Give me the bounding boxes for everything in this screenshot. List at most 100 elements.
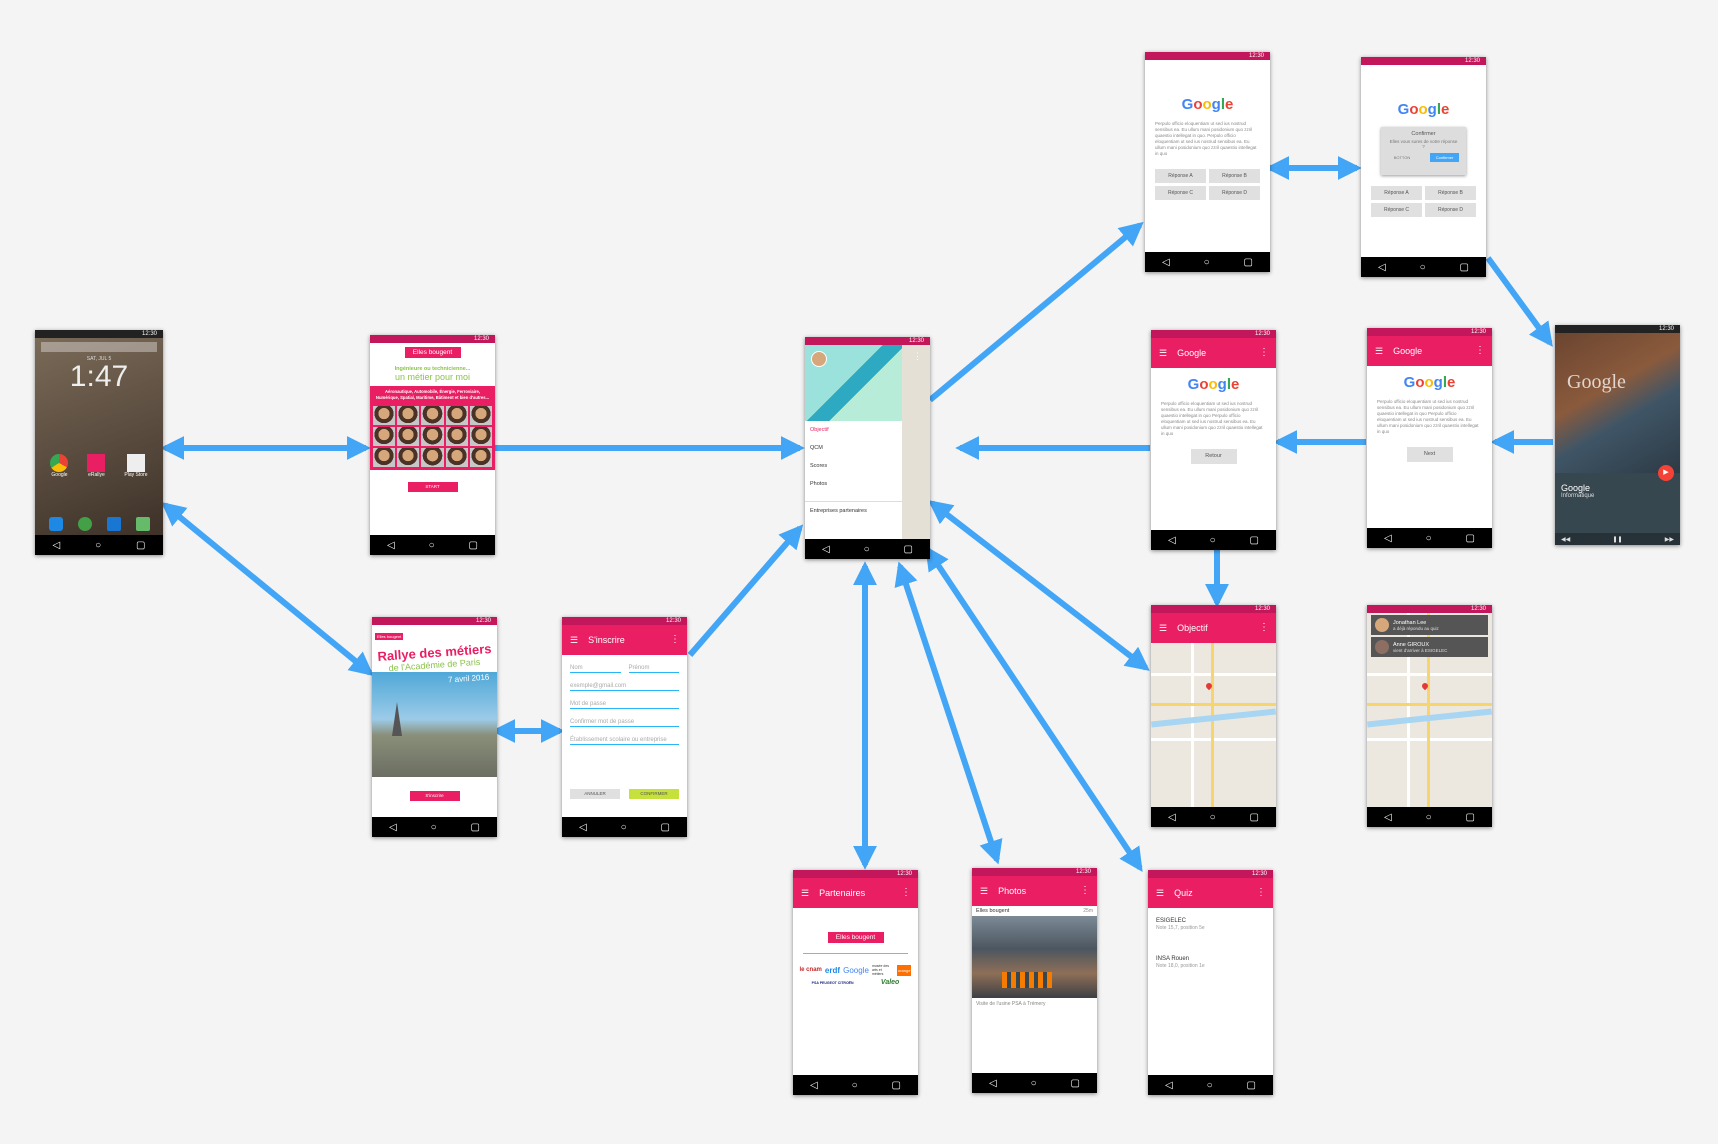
back-icon[interactable]: ◁	[1165, 1080, 1173, 1091]
recents-icon[interactable]: ▢	[1250, 812, 1259, 823]
recents-icon[interactable]: ▢	[471, 822, 480, 833]
start-button[interactable]: START	[407, 482, 458, 492]
home-icon[interactable]: ○	[621, 822, 627, 833]
recents-icon[interactable]: ▢	[1250, 535, 1259, 546]
drawer-item-qcm[interactable]: QCM	[805, 439, 902, 457]
back-icon[interactable]: ◁	[1378, 262, 1386, 273]
overflow-icon[interactable]: ⋮	[901, 878, 911, 908]
home-icon[interactable]: ○	[429, 540, 435, 551]
overflow-icon[interactable]: ⋮	[1259, 338, 1269, 368]
list-item[interactable]: ESIGELEC Note 15,7, position 5e	[1148, 908, 1273, 931]
overflow-icon[interactable]: ⋮	[670, 625, 680, 655]
menu-icon[interactable]: ☰	[980, 876, 988, 906]
email-field[interactable]: exemple@gmail.com	[570, 683, 679, 691]
maps-icon[interactable]	[135, 517, 150, 531]
home-icon[interactable]: ○	[852, 1080, 858, 1091]
overflow-icon[interactable]: ⋮	[1080, 876, 1090, 906]
home-icon[interactable]: ○	[1204, 257, 1210, 268]
back-icon[interactable]: ◁	[579, 822, 587, 833]
hangouts-icon[interactable]	[77, 517, 92, 531]
notification-2[interactable]: Anne GIROUX vient d'arriver à ESIGELEC	[1371, 637, 1488, 657]
answer-c-button[interactable]: Réponse C	[1371, 203, 1422, 217]
search-bar[interactable]	[41, 342, 157, 352]
dialog-cancel-button[interactable]: BOTTON	[1388, 153, 1417, 162]
avatar[interactable]	[811, 351, 827, 367]
menu-icon[interactable]: ☰	[1156, 878, 1164, 908]
answer-a-button[interactable]: Réponse A	[1155, 169, 1206, 183]
recents-icon[interactable]: ▢	[1244, 257, 1253, 268]
answer-d-button[interactable]: Réponse D	[1425, 203, 1476, 217]
app-erallye[interactable]: eRallye	[87, 454, 106, 478]
answer-a-button[interactable]: Réponse A	[1371, 186, 1422, 200]
confirm-button[interactable]: CONFIRMER	[629, 789, 679, 799]
cancel-button[interactable]: ANNULER	[570, 789, 620, 799]
overflow-icon[interactable]: ⋮	[913, 351, 922, 362]
recents-icon[interactable]: ▢	[1071, 1078, 1080, 1089]
back-icon[interactable]: ◁	[1168, 535, 1176, 546]
home-icon[interactable]: ○	[1426, 533, 1432, 544]
answer-b-button[interactable]: Réponse B	[1209, 169, 1260, 183]
drawer-item-objectif[interactable]: Objectif	[805, 421, 902, 439]
recents-icon[interactable]: ▢	[1247, 1080, 1256, 1091]
back-icon[interactable]: ◁	[389, 822, 397, 833]
answer-d-button[interactable]: Réponse D	[1209, 186, 1260, 200]
back-icon[interactable]: ◁	[1168, 812, 1176, 823]
nom-field[interactable]: Nom	[570, 665, 621, 673]
home-icon[interactable]: ○	[1420, 262, 1426, 273]
inscrire-button[interactable]: S'inscrire	[409, 791, 460, 801]
home-icon[interactable]: ○	[431, 822, 437, 833]
back-icon[interactable]: ◁	[1384, 533, 1392, 544]
recents-icon[interactable]: ▢	[1460, 262, 1469, 273]
menu-icon[interactable]: ☰	[801, 878, 809, 908]
back-icon[interactable]: ◁	[1162, 257, 1170, 268]
home-icon[interactable]: ○	[1207, 1080, 1213, 1091]
back-icon[interactable]: ◁	[1384, 812, 1392, 823]
dialog-confirm-button[interactable]: Confirmer	[1429, 153, 1460, 162]
facebook-icon[interactable]	[106, 517, 121, 531]
phone-icon[interactable]	[48, 517, 63, 531]
home-icon[interactable]: ○	[864, 544, 870, 555]
home-icon[interactable]: ○	[1426, 812, 1432, 823]
back-icon[interactable]: ◁	[810, 1080, 818, 1091]
play-fab[interactable]: ▶	[1658, 465, 1674, 481]
notification-1[interactable]: Jonathan Lee a déjà répondu au quiz	[1371, 615, 1488, 635]
back-icon[interactable]: ◁	[989, 1078, 997, 1089]
app-play-store[interactable]: Play Store	[124, 454, 148, 478]
prenom-field[interactable]: Prénom	[628, 665, 679, 673]
back-icon[interactable]: ◁	[52, 540, 60, 551]
recents-icon[interactable]: ▢	[1466, 533, 1475, 544]
pause-icon[interactable]: ❚❚	[1612, 536, 1622, 543]
home-icon[interactable]: ○	[1031, 1078, 1037, 1089]
back-icon[interactable]: ◁	[822, 544, 830, 555]
drawer-item-scores[interactable]: Scores	[805, 457, 902, 475]
overflow-icon[interactable]: ⋮	[1475, 336, 1485, 366]
recents-icon[interactable]: ▢	[892, 1080, 901, 1091]
recents-icon[interactable]: ▢	[469, 540, 478, 551]
menu-icon[interactable]: ☰	[1159, 338, 1167, 368]
answer-b-button[interactable]: Réponse B	[1425, 186, 1476, 200]
retour-button[interactable]: Retour	[1190, 449, 1237, 464]
overflow-icon[interactable]: ⋮	[1256, 878, 1266, 908]
back-icon[interactable]: ◁	[387, 540, 395, 551]
menu-icon[interactable]: ☰	[1375, 336, 1383, 366]
overflow-icon[interactable]: ⋮	[1259, 613, 1269, 643]
home-icon[interactable]: ○	[1210, 812, 1216, 823]
next-button[interactable]: Next	[1406, 447, 1453, 462]
answer-c-button[interactable]: Réponse C	[1155, 186, 1206, 200]
list-item[interactable]: INSA Rouen Note 18,0, position 1e	[1148, 931, 1273, 969]
drawer-item-partners[interactable]: Entreprises partenaires	[805, 502, 902, 520]
confirm-password-field[interactable]: Confirmer mot de passe	[570, 719, 679, 727]
rewind-icon[interactable]: ◀◀	[1561, 536, 1570, 543]
password-field[interactable]: Mot de passe	[570, 701, 679, 709]
drawer-item-photos[interactable]: Photos	[805, 475, 902, 493]
factory-photo[interactable]	[972, 916, 1097, 998]
forward-icon[interactable]: ▶▶	[1665, 536, 1674, 543]
map-view[interactable]	[1151, 643, 1276, 807]
recents-icon[interactable]: ▢	[136, 540, 145, 551]
school-field[interactable]: Établissement scolaire ou entreprise	[570, 737, 679, 745]
menu-icon[interactable]: ☰	[1159, 613, 1167, 643]
menu-icon[interactable]: ☰	[570, 625, 578, 655]
app-google[interactable]: Google	[50, 454, 69, 478]
home-icon[interactable]: ○	[1210, 535, 1216, 546]
recents-icon[interactable]: ▢	[904, 544, 913, 555]
